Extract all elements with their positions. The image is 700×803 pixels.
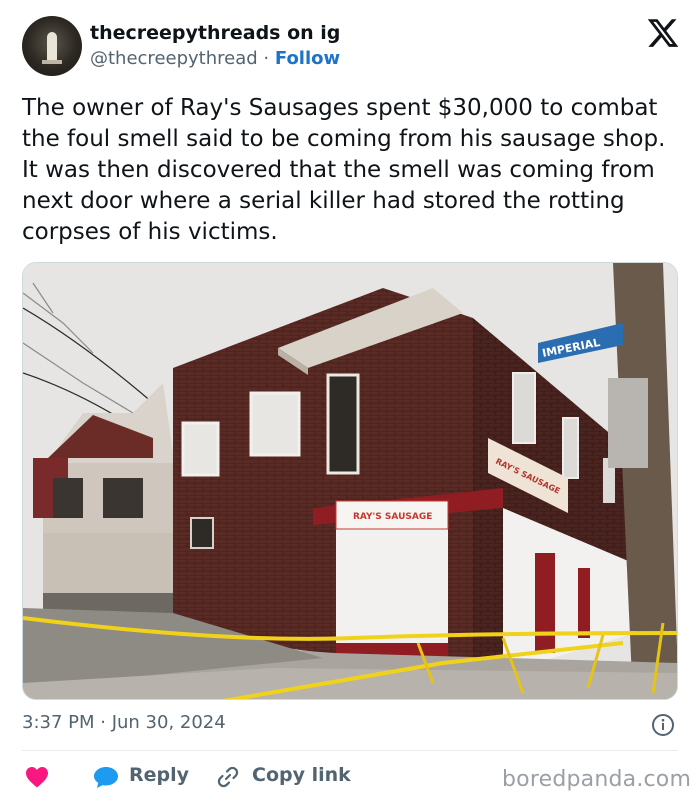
handle-row: @thecreepythread · Follow xyxy=(90,48,340,69)
photo-illustration: RAY'S SAUSAGE RAY'S SAUSAGE IMPERIAL xyxy=(23,263,677,699)
watermark: boredpanda.com xyxy=(502,767,692,792)
user-handle[interactable]: @thecreepythread xyxy=(90,48,258,69)
photo-shop-sign-front: RAY'S SAUSAGE xyxy=(353,512,432,522)
post-timestamp[interactable]: 3:37 PM · Jun 30, 2024 xyxy=(22,712,226,733)
handle-separator: · xyxy=(263,48,270,69)
tweet-card: thecreepythreads on ig @thecreepythread … xyxy=(0,0,700,803)
display-name[interactable]: thecreepythreads on ig xyxy=(90,22,340,44)
divider xyxy=(22,750,678,751)
reply-button[interactable]: Reply xyxy=(129,764,189,786)
link-icon[interactable] xyxy=(216,765,240,789)
avatar-figure xyxy=(47,32,57,62)
avatar[interactable] xyxy=(22,16,82,76)
post-text: The owner of Ray's Sausages spent $30,00… xyxy=(22,95,666,245)
info-icon[interactable] xyxy=(651,713,675,737)
copy-link-button[interactable]: Copy link xyxy=(252,764,351,786)
speech-bubble-icon[interactable] xyxy=(93,765,119,789)
follow-button[interactable]: Follow xyxy=(275,48,340,69)
avatar-figure-base xyxy=(42,60,62,64)
x-logo-icon[interactable] xyxy=(646,16,680,50)
heart-icon[interactable] xyxy=(25,766,49,788)
post-photo[interactable]: RAY'S SAUSAGE RAY'S SAUSAGE IMPERIAL xyxy=(22,262,678,700)
